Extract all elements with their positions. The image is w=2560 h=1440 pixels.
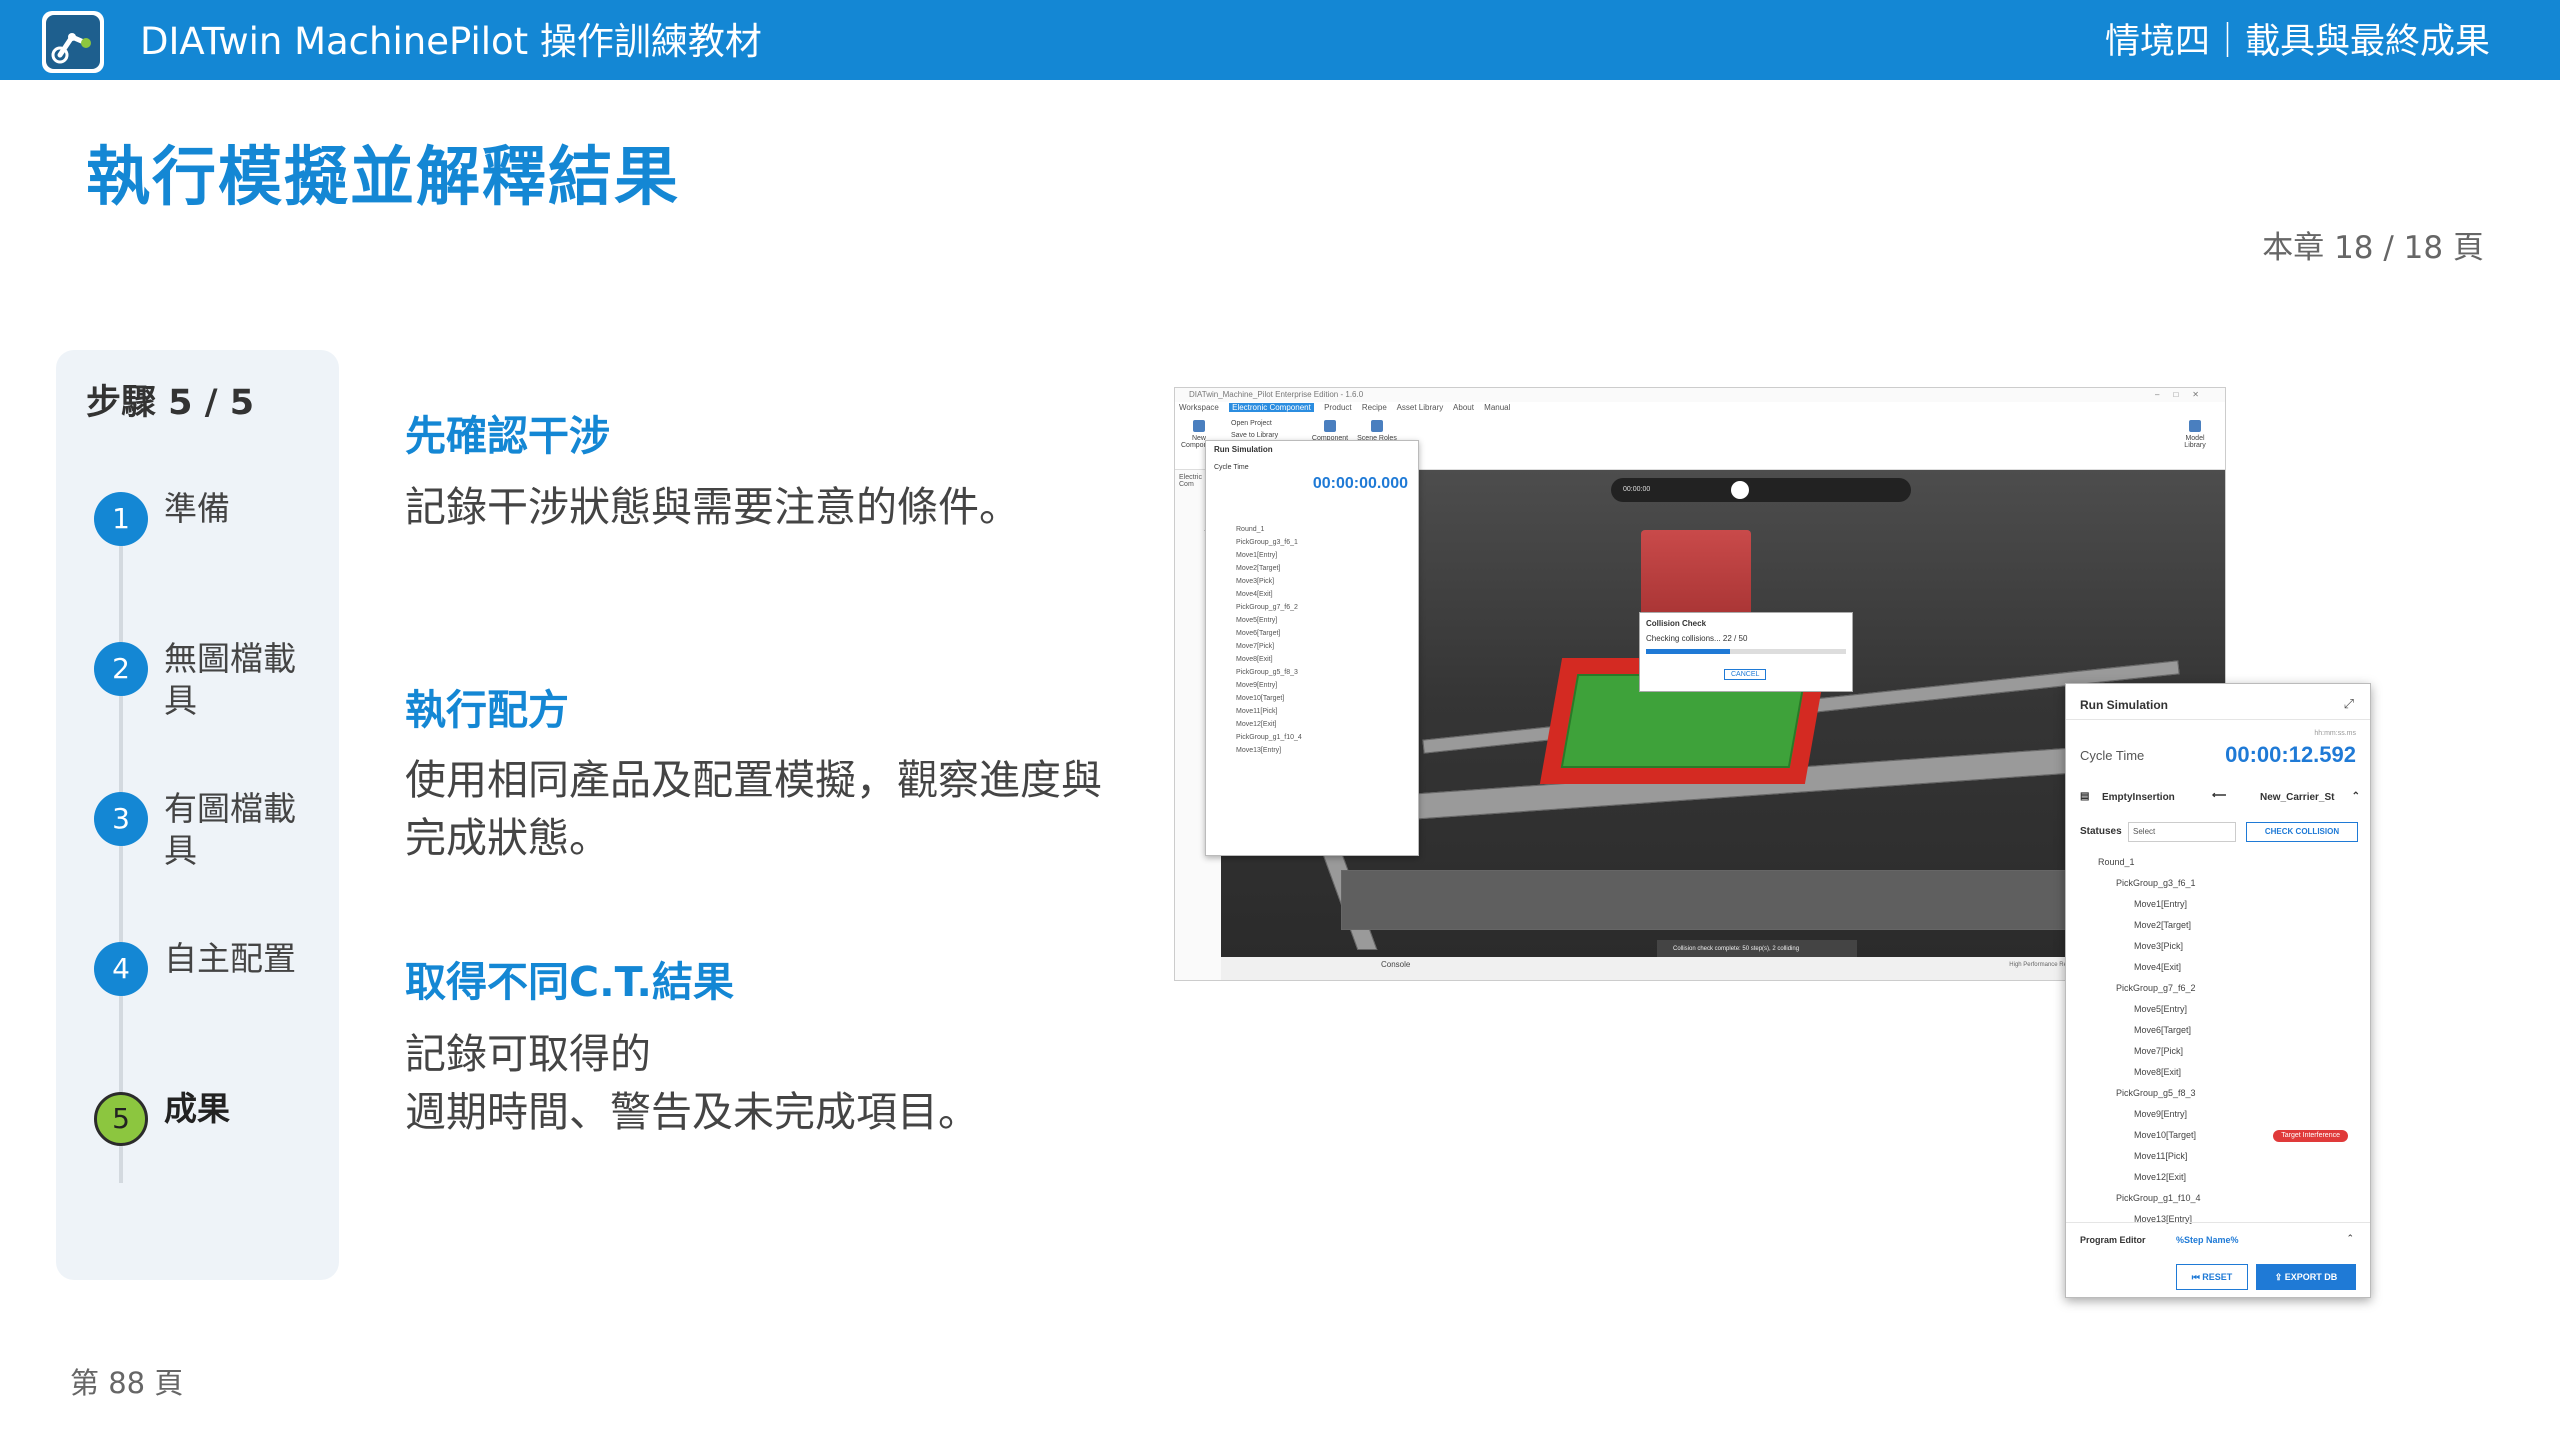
tree-node[interactable]: Move9[Entry] xyxy=(2080,1104,2358,1125)
small-tree: Round_1 PickGroup_g3_f6_1 Move1[Entry] M… xyxy=(1236,526,1302,754)
collision-progress xyxy=(1646,649,1846,654)
steps-panel: 步驟 5 / 5 1 準備 2 無圖檔載具 3 有圖檔載具 4 自主配置 5 成… xyxy=(56,350,339,1280)
tree-node[interactable]: PickGroup_g1_f10_4 xyxy=(2080,1188,2358,1209)
step-number: 2 xyxy=(94,642,148,696)
scene-icon xyxy=(1371,420,1383,432)
app-logo xyxy=(42,11,104,73)
tree-node[interactable]: Move6[Target] xyxy=(2080,1020,2358,1041)
status-row: Statuses Select CHECK COLLISION xyxy=(2080,820,2360,844)
chevron-up-icon[interactable]: ⌃ xyxy=(2352,791,2360,802)
window-titlebar: DIATwin_Machine_Pilot Enterprise Edition… xyxy=(1175,388,2225,402)
menu-item[interactable]: About xyxy=(1453,403,1474,412)
section-body-interference: 記錄干涉狀態與需要注意的條件。 xyxy=(405,483,1020,531)
carrier-name: New_Carrier_St xyxy=(2260,792,2335,803)
library-icon xyxy=(2189,420,2201,432)
step-number: 4 xyxy=(94,942,148,996)
step-label: 成果 xyxy=(164,1089,230,1128)
section-body-ct-line2: 週期時間、警告及未完成項目。 xyxy=(405,1088,979,1136)
steps-title: 步驟 5 / 5 xyxy=(86,383,255,423)
step-number: 3 xyxy=(94,792,148,846)
cycle-time-label: Cycle Time xyxy=(2080,748,2145,763)
robot-arm-icon xyxy=(46,15,100,69)
page-footer: 第 88 頁 xyxy=(70,1366,184,1400)
run-simulation-small: Run Simulation Cycle Time 00:00:00.000 R… xyxy=(1205,440,1419,856)
collision-dialog: Collision Check Checking collisions... 2… xyxy=(1639,612,1853,692)
section-body-recipe: 使用相同產品及配置模擬，觀察進度與完成狀態。 xyxy=(405,756,1102,862)
collision-cancel-button[interactable]: CANCEL xyxy=(1724,669,1767,680)
product-icon: ▤ xyxy=(2080,791,2090,802)
step-label: 無圖檔載具 xyxy=(164,639,296,720)
steps-connector xyxy=(119,515,123,1183)
section-body-ct-line1: 記錄可取得的 xyxy=(405,1030,651,1078)
program-editor-label: Program Editor xyxy=(2080,1235,2146,1245)
tree-node[interactable]: Move8[Exit] xyxy=(2080,1062,2358,1083)
step-number: 5 xyxy=(94,1092,148,1146)
pick-head xyxy=(1641,530,1751,620)
recipe-tree: Round_1 PickGroup_g3_f6_1 Move1[Entry] M… xyxy=(2080,852,2358,1230)
tree-node[interactable]: Move7[Pick] xyxy=(2080,1041,2358,1062)
section-heading-interference: 先確認干涉 xyxy=(405,412,610,460)
ribbon-scene-roles[interactable]: Scene Roles xyxy=(1357,420,1397,442)
statuses-label: Statuses xyxy=(2080,826,2122,837)
ribbon-open-project[interactable]: Open Project xyxy=(1231,420,1291,427)
step-label: 有圖檔載具 xyxy=(164,789,296,870)
page-title: 執行模擬並解釋結果 xyxy=(86,141,680,215)
menu-item[interactable]: Electronic Component xyxy=(1229,403,1314,412)
ribbon-model-library[interactable]: Model Library xyxy=(2175,420,2215,449)
step-number: 1 xyxy=(94,492,148,546)
menu-item[interactable]: Product xyxy=(1324,403,1352,412)
interference-badge: Target Interference xyxy=(2273,1130,2348,1142)
section-heading-recipe: 執行配方 xyxy=(405,686,569,734)
statuses-select[interactable]: Select xyxy=(2128,822,2236,842)
section-heading-ct: 取得不同C.T.結果 xyxy=(405,958,734,1006)
tree-node[interactable]: PickGroup_g5_f8_3 xyxy=(2080,1083,2358,1104)
program-editor-row[interactable]: Program Editor %Step Name% ⌃ xyxy=(2066,1222,2370,1258)
status-toast: Collision check complete: 50 step(s), 2 … xyxy=(1657,940,1857,958)
menu-item[interactable]: Manual xyxy=(1484,403,1510,412)
play-icon[interactable] xyxy=(1731,481,1749,499)
product-row[interactable]: ▤ EmptyInsertion ⟵ New_Carrier_St ⌃ xyxy=(2080,788,2360,810)
tree-node[interactable]: Move1[Entry] xyxy=(2080,894,2358,915)
tree-node[interactable]: Move11[Pick] xyxy=(2080,1146,2358,1167)
tree-node[interactable]: PickGroup_g7_f6_2 xyxy=(2080,978,2358,999)
chapter-title: 情境四｜載具與最終成果 xyxy=(2104,22,2490,62)
step-label: 準備 xyxy=(164,489,230,528)
run-simulation-panel: Run Simulation ⤢ hh:mm:ss.ms Cycle Time … xyxy=(2065,683,2371,1298)
carrier-arrow-icon: ⟵ xyxy=(2212,790,2227,801)
menu-bar: Workspace Electronic Component Product R… xyxy=(1175,402,2225,414)
time-format-hint: hh:mm:ss.ms xyxy=(2314,730,2356,737)
tree-node[interactable]: Move12[Exit] xyxy=(2080,1167,2358,1188)
panel-header: Run Simulation ⤢ xyxy=(2066,684,2370,720)
component-icon xyxy=(1193,420,1205,432)
product-name: EmptyInsertion xyxy=(2102,792,2175,803)
page-counter: 本章 18 / 18 頁 xyxy=(2262,230,2484,266)
playback-bar[interactable]: 00:00:00 xyxy=(1611,478,1911,502)
tree-node[interactable]: Move4[Exit] xyxy=(2080,957,2358,978)
menu-item[interactable]: Recipe xyxy=(1362,403,1387,412)
tree-node[interactable]: Move10[Target] Target Interference xyxy=(2080,1125,2358,1146)
chevron-up-icon[interactable]: ⌃ xyxy=(2346,1233,2354,1244)
panel-actions: ⏮ RESET ⇪ EXPORT DB xyxy=(2066,1258,2370,1297)
export-db-button[interactable]: ⇪ EXPORT DB xyxy=(2256,1264,2356,1290)
expand-icon[interactable]: ⤢ xyxy=(2344,696,2354,712)
tree-node[interactable]: Move2[Target] xyxy=(2080,915,2358,936)
relations-icon xyxy=(1324,420,1336,432)
menu-item[interactable]: Asset Library xyxy=(1397,403,1444,412)
tree-node[interactable]: Move3[Pick] xyxy=(2080,936,2358,957)
top-bar: DIATwin MachinePilot 操作訓練教材 情境四｜載具與最終成果 xyxy=(0,0,2560,80)
ribbon-save-library[interactable]: Save to Library xyxy=(1231,432,1291,439)
menu-item[interactable]: Workspace xyxy=(1179,403,1219,412)
reset-button[interactable]: ⏮ RESET xyxy=(2176,1264,2248,1290)
tree-node[interactable]: Round_1 xyxy=(2080,852,2358,873)
check-collision-button[interactable]: CHECK COLLISION xyxy=(2246,822,2358,842)
program-editor-step: %Step Name% xyxy=(2176,1235,2239,1245)
step-label: 自主配置 xyxy=(164,939,296,978)
window-title: DIATwin_Machine_Pilot Enterprise Edition… xyxy=(1189,390,1364,399)
tree-node[interactable]: PickGroup_g3_f6_1 xyxy=(2080,873,2358,894)
window-controls[interactable]: –□✕ xyxy=(2155,388,2213,402)
tree-node[interactable]: Move5[Entry] xyxy=(2080,999,2358,1020)
panel-title: Run Simulation xyxy=(2080,698,2168,712)
cycle-time-value: 00:00:12.592 xyxy=(2225,742,2356,767)
app-title: DIATwin MachinePilot 操作訓練教材 xyxy=(140,20,762,63)
